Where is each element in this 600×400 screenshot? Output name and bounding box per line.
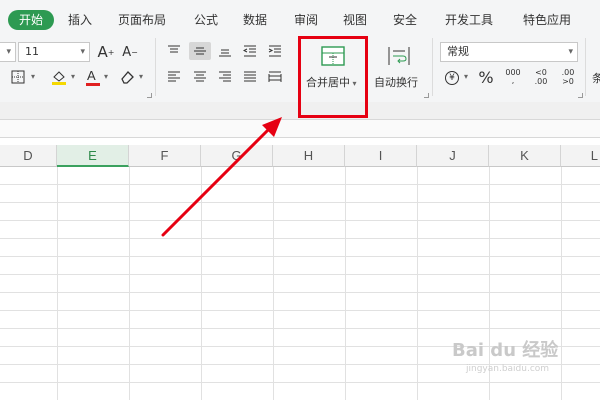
pointer-arrow-icon <box>161 117 282 237</box>
